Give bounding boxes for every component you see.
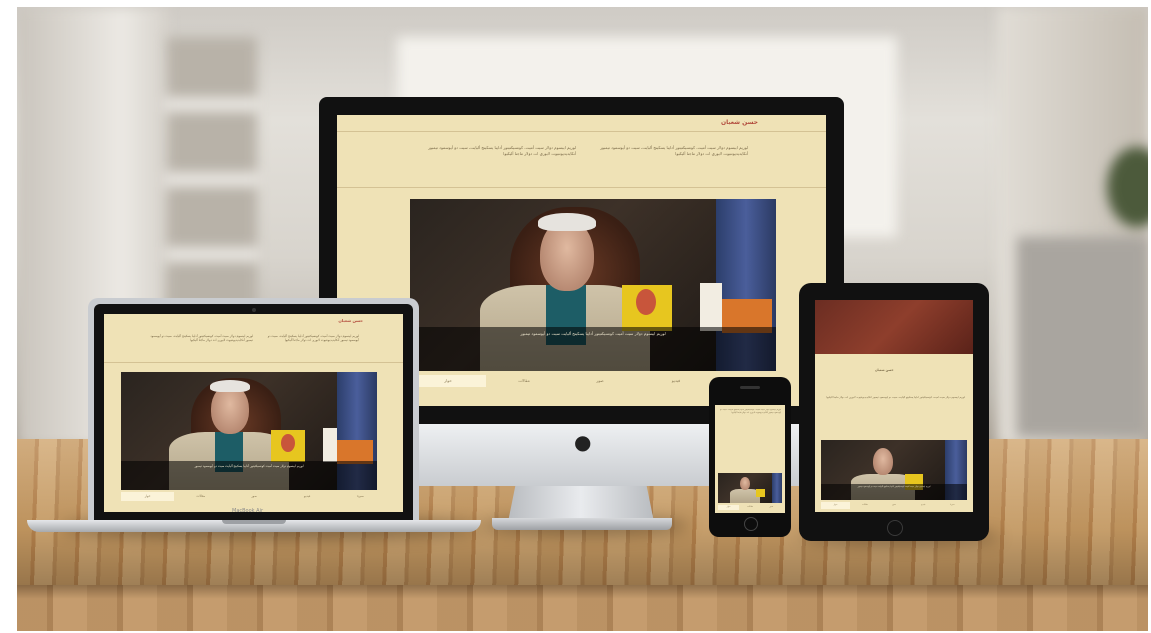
laptop-camera-icon	[252, 308, 256, 312]
tablet-intro-text: لوريم ايبسوم دولار سيت أميت، كونسيكتيتور…	[826, 396, 965, 399]
video-face	[740, 477, 750, 490]
header-divider	[337, 131, 826, 132]
tab-0[interactable]: حوار	[410, 375, 486, 387]
tablet-video-player[interactable]: لوريم ايبسوم دولار سيت أميت كونسيكتيتور …	[821, 440, 967, 500]
tablet-video-caption: لوريم ايبسوم دولار سيت أميت كونسيكتيتور …	[821, 484, 967, 500]
laptop-screen: حسن شعبان لوريم ايبسوم دولار سيت أميت، ك…	[104, 314, 403, 512]
section-divider	[337, 187, 826, 188]
laptop-divider	[104, 362, 403, 363]
tablet-tab-4[interactable]: سيرة	[938, 502, 967, 509]
video-hair	[210, 380, 250, 392]
phone-tab-2[interactable]: صور	[761, 505, 782, 510]
tab-3[interactable]: فيديو	[638, 375, 714, 387]
blurred-sofa	[1017, 237, 1148, 437]
intro-text-left: لوريم ايبسوم دولار سيت أميت، كونسيكتيتور…	[428, 145, 576, 156]
video-poster-white	[323, 428, 337, 462]
tablet-tab-1[interactable]: مقالات	[850, 502, 879, 509]
laptop-tab-1[interactable]: مقالات	[174, 492, 227, 501]
phone-tab-1[interactable]: مقالات	[739, 505, 760, 510]
phone-tab-bar: حوار مقالات صور	[718, 505, 782, 510]
imac-foot	[492, 518, 672, 530]
phone-screen: لوريم ايبسوم دولار سيت أميت، كونسيكتيتور…	[715, 405, 785, 513]
tablet-tab-bar: حوار مقالات صور فيديو سيرة	[821, 502, 967, 509]
video-poster-white	[700, 283, 722, 331]
phone-speaker	[740, 386, 760, 389]
tablet-screen: حسن شعبان لوريم ايبسوم دولار سيت أميت، ك…	[815, 300, 973, 512]
video-poster	[756, 489, 765, 497]
laptop-brand-label: MacBook Air	[232, 508, 264, 514]
tablet-home-button[interactable]	[887, 520, 903, 536]
tablet-tab-0[interactable]: حوار	[821, 502, 851, 509]
video-caption: لوريم ايبسوم دولار سيت أميت كونسيكتيتور …	[410, 327, 776, 371]
tablet-header-banner	[815, 300, 973, 354]
video-face	[873, 448, 893, 475]
laptop-tab-0[interactable]: حوار	[121, 492, 175, 501]
laptop-site-title: حسن شعبان	[338, 318, 363, 323]
tablet-tab-2[interactable]: صور	[879, 502, 908, 509]
video-poster-face	[281, 434, 295, 452]
laptop-intro-right: لوريم ايبسوم دولار سيت أميت، كونسيكتيتور…	[267, 334, 359, 342]
laptop-tab-4[interactable]: سيرة	[334, 492, 387, 501]
tablet-site-title: حسن شعبان	[875, 368, 894, 372]
laptop-tab-bar: حوار مقالات صور فيديو سيرة	[121, 492, 387, 501]
laptop-notch	[222, 520, 286, 524]
video-player[interactable]: لوريم ايبسوم دولار سيت أميت كونسيكتيتور …	[410, 199, 776, 371]
phone-tab-0[interactable]: حوار	[718, 505, 740, 510]
laptop-video-caption: لوريم ايبسوم دولار سيت أميت كونسيكتيتور …	[121, 461, 377, 490]
video-hair	[538, 213, 596, 231]
wooden-table-edge	[17, 585, 1148, 631]
imac-stand	[508, 486, 654, 522]
apple-logo-icon: ●	[574, 430, 592, 454]
phone-intro-text: لوريم ايبسوم دولار سيت أميت، كونسيكتيتور…	[720, 409, 781, 414]
video-poster-face	[636, 289, 656, 315]
blurred-shelf	[167, 37, 257, 337]
laptop-intro-left: لوريم ايبسوم دولار سيت أميت، كونسيكتيتور…	[150, 334, 253, 342]
site-title: حسن شعبان	[720, 119, 758, 126]
video-curtain	[772, 473, 782, 503]
phone-video-player[interactable]	[718, 473, 782, 503]
tab-1[interactable]: مقالات	[486, 375, 562, 387]
tab-2[interactable]: صور	[562, 375, 638, 387]
laptop-tab-3[interactable]: فيديو	[281, 492, 334, 501]
laptop-video-player[interactable]: لوريم ايبسوم دولار سيت أميت كونسيكتيتور …	[121, 372, 377, 490]
phone-home-button[interactable]	[744, 517, 758, 531]
laptop-tab-2[interactable]: صور	[227, 492, 280, 501]
intro-text-right: لوريم ايبسوم دولار سيت أميت، كونسيكتيتور…	[600, 145, 748, 156]
tablet-tab-3[interactable]: فيديو	[909, 502, 938, 509]
